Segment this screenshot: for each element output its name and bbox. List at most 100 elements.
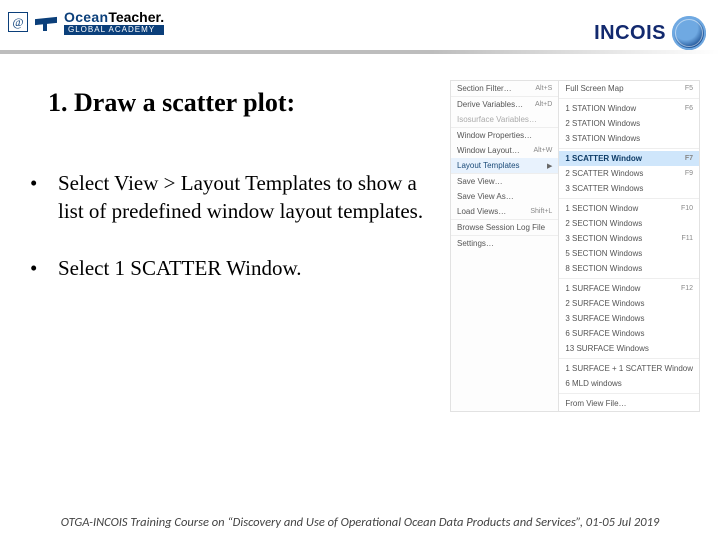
submenu-item-label: 5 SECTION Windows — [565, 249, 642, 258]
submenu-item[interactable]: 3 SECTION Windows F11 — [559, 231, 699, 246]
incois-label: INCOIS — [594, 22, 666, 45]
submenu-item-label: 3 STATION Windows — [565, 134, 640, 143]
menu-separator — [559, 148, 699, 149]
submenu-item[interactable]: 6 MLD windows — [559, 376, 699, 391]
submenu-item-shortcut: F10 — [681, 205, 693, 212]
submenu-item-shortcut: F9 — [685, 170, 693, 177]
submenu-item-shortcut: F5 — [685, 85, 693, 92]
submenu-item-shortcut: F7 — [685, 155, 693, 162]
menu-item-shortcut: Shift+L — [530, 208, 552, 215]
menu-item-label: Isosurface Variables… — [457, 115, 537, 124]
submenu-item-label: 2 SCATTER Windows — [565, 169, 643, 178]
menu-item[interactable]: Window Properties… — [451, 127, 558, 143]
submenu-item-label: 13 SURFACE Windows — [565, 344, 649, 353]
submenu-item-label: 1 STATION Window — [565, 104, 636, 113]
menu-item-label: Window Layout… — [457, 146, 520, 155]
submenu-item-label: 2 SURFACE Windows — [565, 299, 644, 308]
header-rule — [0, 50, 720, 54]
submenu-item-label: 3 SCATTER Windows — [565, 184, 643, 193]
menu-item[interactable]: Save View As… — [451, 189, 558, 204]
submenu-item[interactable]: 3 SURFACE Windows — [559, 311, 699, 326]
submenu-item[interactable]: Full Screen Map F5 — [559, 81, 699, 96]
submenu-item[interactable]: 1 SURFACE Window F12 — [559, 281, 699, 296]
footer-text: OTGA-INCOIS Training Course on “Discover… — [0, 515, 720, 530]
menu-item-label: Layout Templates — [457, 161, 520, 170]
oceanteacher-text: OceanTeacher. GLOBAL ACADEMY — [64, 10, 164, 35]
submenu-item-label: 2 SECTION Windows — [565, 219, 642, 228]
at-badge: @ — [8, 12, 28, 32]
menu-item[interactable]: Isosurface Variables… — [451, 112, 558, 127]
menu-item-label: Settings… — [457, 239, 494, 248]
globe-icon — [672, 16, 706, 50]
submenu-item-label: 8 SECTION Windows — [565, 264, 642, 273]
slide: @ OceanTeacher. GLOBAL ACADEMY INCOIS 1.… — [0, 0, 720, 540]
submenu-item[interactable]: 2 SECTION Windows — [559, 216, 699, 231]
slide-title: 1. Draw a scatter plot: — [48, 88, 295, 118]
menu-item-label: Save View… — [457, 177, 503, 186]
submenu-item-label: 1 SURFACE + 1 SCATTER Window — [565, 364, 693, 373]
submenu-item-label: 2 STATION Windows — [565, 119, 640, 128]
menu-screenshot: Section Filter… Alt+S Derive Variables… Alt… — [450, 80, 700, 412]
submenu-item-label: Full Screen Map — [565, 84, 623, 93]
menu-separator — [559, 98, 699, 99]
submenu-layout-templates: Full Screen Map F5 1 STATION Window F6 2 STA… — [559, 80, 700, 412]
submenu-item[interactable]: 5 SECTION Windows — [559, 246, 699, 261]
submenu-item-label: 6 SURFACE Windows — [565, 329, 644, 338]
submenu-item-shortcut: F6 — [685, 105, 693, 112]
menu-separator — [559, 198, 699, 199]
menu-item-label: Section Filter… — [457, 84, 512, 93]
menu-item-shortcut: Alt+S — [535, 85, 552, 92]
menu-separator — [559, 358, 699, 359]
menu-item[interactable]: Browse Session Log File — [451, 219, 558, 235]
menu-separator — [559, 393, 699, 394]
logo-ocean: Ocean — [64, 9, 108, 25]
menu-item-label: Save View As… — [457, 192, 514, 201]
submenu-item[interactable]: 13 SURFACE Windows — [559, 341, 699, 356]
submenu-item[interactable]: 2 SURFACE Windows — [559, 296, 699, 311]
menu-item[interactable]: Load Views… Shift+L — [451, 204, 558, 219]
menu-item[interactable]: Save View… — [451, 173, 558, 189]
submenu-item[interactable]: 1 SECTION Window F10 — [559, 201, 699, 216]
submenu-item-label: 1 SECTION Window — [565, 204, 638, 213]
submenu-item[interactable]: 1 SURFACE + 1 SCATTER Window — [559, 361, 699, 376]
submenu-item[interactable]: 2 SCATTER Windows F9 — [559, 166, 699, 181]
menu-item-label: Browse Session Log File — [457, 223, 545, 232]
menu-item-shortcut: Alt+W — [533, 147, 552, 154]
logo-sub: GLOBAL ACADEMY — [64, 25, 164, 35]
submenu-item[interactable]: 8 SECTION Windows — [559, 261, 699, 276]
bullet-item: Select View > Layout Templates to show a… — [24, 170, 424, 225]
bullet-list: Select View > Layout Templates to show a… — [24, 170, 424, 313]
submenu-item-label: 3 SURFACE Windows — [565, 314, 644, 323]
menu-item[interactable]: Derive Variables… Alt+D — [451, 96, 558, 112]
menu-item[interactable]: Section Filter… Alt+S — [451, 81, 558, 96]
submenu-item-label: 3 SECTION Windows — [565, 234, 642, 243]
submenu-item[interactable]: 3 SCATTER Windows — [559, 181, 699, 196]
incois-logo: INCOIS — [594, 16, 706, 50]
submenu-item-label: 1 SURFACE Window — [565, 284, 640, 293]
menu-item-label: Window Properties… — [457, 131, 532, 140]
oceanteacher-logo: @ OceanTeacher. GLOBAL ACADEMY — [8, 10, 164, 35]
submenu-item[interactable]: 6 SURFACE Windows — [559, 326, 699, 341]
menu-separator — [559, 278, 699, 279]
submenu-item[interactable]: 1 STATION Window F6 — [559, 101, 699, 116]
main-menu: Section Filter… Alt+S Derive Variables… Alt… — [450, 80, 559, 412]
submenu-item-label: 6 MLD windows — [565, 379, 621, 388]
chevron-right-icon: ▶ — [547, 162, 552, 170]
cap-icon — [32, 11, 60, 33]
menu-item[interactable]: Settings… — [451, 235, 558, 251]
submenu-item-label: From View File… — [565, 399, 626, 408]
submenu-item[interactable]: 1 SCATTER Window F7 — [559, 151, 699, 166]
menu-item[interactable]: Window Layout… Alt+W — [451, 143, 558, 158]
submenu-item-shortcut: F12 — [681, 285, 693, 292]
submenu-item-shortcut: F11 — [681, 235, 693, 242]
menu-item[interactable]: Layout Templates ▶ — [451, 158, 558, 173]
menu-item-shortcut: Alt+D — [535, 101, 552, 108]
logo-teacher: Teacher. — [108, 9, 164, 25]
submenu-item-label: 1 SCATTER Window — [565, 154, 642, 163]
menu-item-label: Load Views… — [457, 207, 506, 216]
menu-item-label: Derive Variables… — [457, 100, 523, 109]
submenu-item[interactable]: From View File… — [559, 396, 699, 411]
submenu-item[interactable]: 2 STATION Windows — [559, 116, 699, 131]
bullet-item: Select 1 SCATTER Window. — [24, 255, 424, 283]
submenu-item[interactable]: 3 STATION Windows — [559, 131, 699, 146]
